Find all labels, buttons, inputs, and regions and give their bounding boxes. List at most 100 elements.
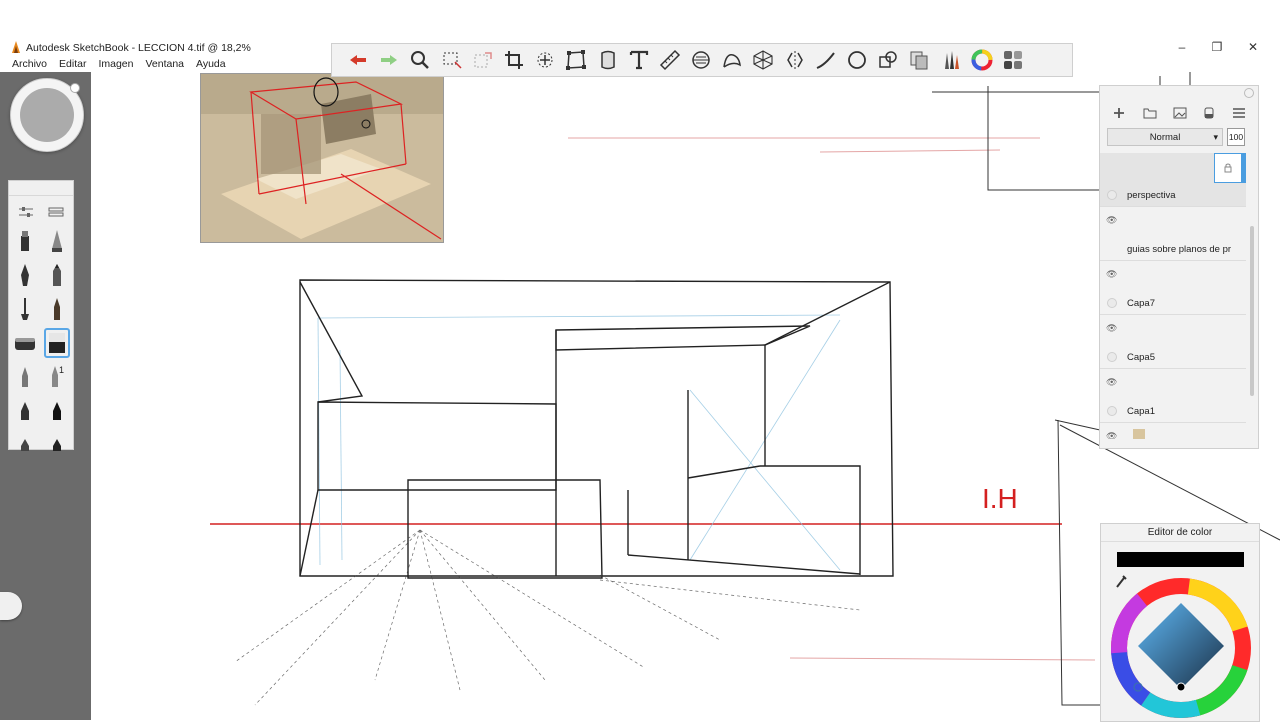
- layer-select-radio[interactable]: [1107, 190, 1117, 200]
- close-button[interactable]: ✕: [1244, 38, 1262, 56]
- layers-list: perspectiva 👁 guias sobre planos de pr..…: [1100, 153, 1246, 439]
- distort-icon: [566, 50, 587, 70]
- color-wheel[interactable]: [1110, 577, 1252, 719]
- layer-select-radio[interactable]: [1107, 298, 1117, 308]
- layer-fill-icon[interactable]: [1203, 107, 1215, 119]
- stroke-icon: [816, 52, 835, 69]
- undo-button[interactable]: [344, 46, 372, 74]
- add-layer-icon[interactable]: [1112, 106, 1126, 120]
- circle-icon: [848, 51, 866, 69]
- eye-icon[interactable]: 👁: [1106, 431, 1117, 439]
- drawing-canvas[interactable]: I.H: [0, 0, 1280, 720]
- ellipse-guide-button[interactable]: [687, 46, 715, 74]
- symmetry-button[interactable]: [781, 46, 809, 74]
- menu-archivo[interactable]: Archivo: [12, 58, 47, 72]
- reference-image[interactable]: [200, 73, 444, 243]
- layer-editor: Normal 100 perspectiva 👁 guias sobre pla…: [1099, 85, 1259, 449]
- crop-button[interactable]: [500, 46, 528, 74]
- layer-active-marker: [1242, 153, 1246, 183]
- reference-photo: [201, 74, 443, 242]
- brush-charcoal[interactable]: [41, 428, 73, 462]
- horizon-label: I.H: [982, 483, 1018, 514]
- eye-icon[interactable]: 👁: [1106, 377, 1117, 388]
- layer-name: Capa1: [1127, 406, 1155, 417]
- brush-properties-icon[interactable]: [18, 206, 34, 218]
- brush-eraser-hard[interactable]: [41, 326, 73, 360]
- select-button[interactable]: [438, 46, 466, 74]
- perspective-icon: [753, 50, 773, 70]
- minimize-button[interactable]: –: [1173, 38, 1191, 56]
- layers-scrollbar[interactable]: [1250, 226, 1254, 396]
- brush-palette-header: [9, 181, 73, 196]
- window-title: Autodesk SketchBook - LECCION 4.tif @ 18…: [26, 42, 251, 54]
- layer-row-capa7[interactable]: 👁 Capa7: [1100, 261, 1246, 315]
- redo-button[interactable]: [375, 46, 403, 74]
- fill-button[interactable]: [594, 46, 622, 74]
- layer-row-capa5[interactable]: 👁 Capa5: [1100, 315, 1246, 369]
- brushes-button[interactable]: [937, 46, 965, 74]
- color-wheel-button[interactable]: [968, 46, 996, 74]
- layer-menu-icon[interactable]: [1232, 107, 1246, 119]
- layer-lock-button[interactable]: [1214, 153, 1242, 183]
- brush-ballpoint[interactable]: [9, 292, 41, 326]
- current-color-swatch[interactable]: [1117, 552, 1244, 567]
- transform-select-button[interactable]: [469, 46, 497, 74]
- ellipse-guide-icon: [692, 51, 710, 69]
- menu-imagen[interactable]: Imagen: [98, 58, 133, 72]
- layer-panel-close-button[interactable]: [1244, 88, 1254, 98]
- copy-button[interactable]: [905, 46, 933, 74]
- layer-row-perspectiva[interactable]: perspectiva: [1100, 153, 1246, 207]
- brush-pastel[interactable]: [9, 428, 41, 462]
- palette-icon: [1003, 51, 1022, 69]
- layer-name: perspectiva: [1127, 190, 1176, 201]
- move-button[interactable]: [531, 46, 559, 74]
- layer-name: Capa7: [1127, 298, 1155, 309]
- text-icon: [629, 50, 648, 70]
- brush-ink-pen[interactable]: [9, 258, 41, 292]
- brush-chisel[interactable]: [9, 360, 41, 394]
- text-button[interactable]: [625, 46, 653, 74]
- brush-felt-tip[interactable]: [9, 394, 41, 428]
- french-curve-button[interactable]: [718, 46, 746, 74]
- circle-button[interactable]: [843, 46, 871, 74]
- select-icon: [443, 52, 462, 69]
- stroke-button[interactable]: [812, 46, 840, 74]
- layer-select-radio[interactable]: [1107, 352, 1117, 362]
- brush-fine-pen[interactable]: 1: [41, 360, 73, 394]
- brush-puck-handle[interactable]: [70, 83, 80, 93]
- menu-ayuda[interactable]: Ayuda: [196, 58, 226, 72]
- fill-icon: [600, 50, 615, 70]
- maximize-button[interactable]: ❐: [1208, 38, 1226, 56]
- brush-puck[interactable]: [10, 78, 84, 152]
- perspective-button[interactable]: [749, 46, 777, 74]
- brush-paint[interactable]: [41, 292, 73, 326]
- shapes-button[interactable]: [874, 46, 902, 74]
- layer-row-guias[interactable]: 👁 guias sobre planos de pr...: [1100, 207, 1246, 261]
- eye-icon[interactable]: 👁: [1106, 215, 1117, 226]
- zoom-button[interactable]: [406, 46, 434, 74]
- brush-marker[interactable]: [9, 224, 41, 258]
- blend-mode-select[interactable]: Normal: [1107, 128, 1223, 146]
- menu-editar[interactable]: Editar: [59, 58, 86, 72]
- brush-eraser-soft[interactable]: [9, 326, 41, 360]
- color-picker-handle[interactable]: [1176, 682, 1186, 692]
- layer-select-radio[interactable]: [1107, 406, 1117, 416]
- ruler-button[interactable]: [656, 46, 684, 74]
- color-editor-panel: Editor de color: [1100, 523, 1260, 722]
- layer-opacity-field[interactable]: 100: [1227, 128, 1245, 146]
- distort-button[interactable]: [562, 46, 590, 74]
- palette-button[interactable]: [999, 46, 1027, 74]
- add-group-icon[interactable]: [1143, 107, 1157, 119]
- color-editor-title: Editor de color: [1101, 524, 1259, 542]
- brush-pencil[interactable]: [41, 258, 73, 292]
- add-image-icon[interactable]: [1173, 107, 1187, 119]
- menu-ventana[interactable]: Ventana: [145, 58, 184, 72]
- eye-icon[interactable]: 👁: [1106, 323, 1117, 334]
- layer-row-image[interactable]: 👁: [1100, 423, 1246, 439]
- layer-row-capa1[interactable]: 👁 Capa1: [1100, 369, 1246, 423]
- eye-icon[interactable]: 👁: [1106, 269, 1117, 280]
- brush-felt-tip-dark[interactable]: [41, 394, 73, 428]
- menu-bar: Archivo Editar Imagen Ventana Ayuda: [0, 58, 342, 72]
- brush-airbrush[interactable]: [41, 224, 73, 258]
- brush-library-icon[interactable]: [48, 206, 64, 218]
